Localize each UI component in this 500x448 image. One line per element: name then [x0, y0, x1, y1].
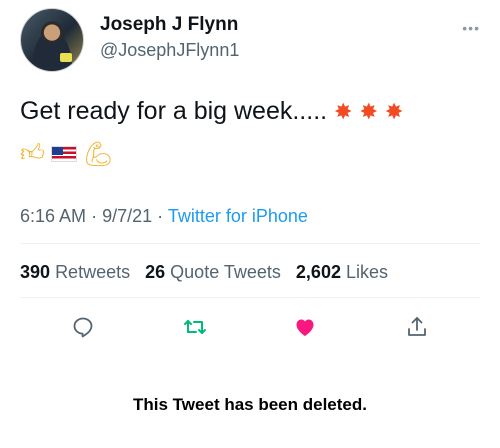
tweet-stats: 390 Retweets 26 Quote Tweets 2,602 Likes [20, 262, 388, 283]
retweet-icon [184, 320, 206, 334]
tweet-text: Get ready for a big week..... ✸ ✸ ✸ [20, 94, 480, 129]
likes-count: 2,602 [295, 262, 341, 282]
avatar-badge [60, 53, 72, 62]
divider [20, 243, 480, 244]
tweet-time[interactable]: 6:16 AM [20, 206, 86, 226]
collision-icon: ✸ [359, 99, 378, 124]
meta-separator: · [91, 206, 98, 226]
flexed-biceps-icon: 💪︎ [83, 140, 114, 168]
us-flag-icon [51, 146, 78, 162]
share-button[interactable] [402, 312, 432, 342]
tweet-meta: 6:16 AM · 9/7/21 · Twitter for iPhone [20, 206, 308, 227]
like-button[interactable] [290, 312, 320, 342]
divider [20, 297, 480, 298]
likes-label: Likes [345, 262, 389, 282]
reply-icon [73, 317, 93, 338]
likes-stat[interactable]: 2,602 Likes [296, 262, 388, 282]
author-handle[interactable]: @JosephJFlynn1 [100, 40, 239, 61]
emoji-line: 👍︎ 💪︎ [20, 139, 114, 169]
action-bar [20, 308, 480, 348]
retweets-stat[interactable]: 390 Retweets [20, 262, 130, 282]
thumbs-up-icon: 👍︎ [20, 140, 46, 167]
reply-button[interactable] [68, 312, 98, 342]
deleted-notice: This Tweet has been deleted. [133, 395, 367, 414]
tweet-text-body: Get ready for a big week..... [20, 97, 328, 125]
avatar[interactable] [20, 8, 84, 72]
meta-separator: · [157, 206, 164, 226]
quotes-stat[interactable]: 26 Quote Tweets [145, 262, 281, 282]
quotes-label: Quote Tweets [170, 262, 281, 282]
collision-icon: ✸ [384, 99, 404, 124]
retweets-count: 390 [20, 262, 51, 282]
tweet-header: Joseph J Flynn @JosephJFlynn1 ••• [18, 8, 488, 72]
tweet-source-link[interactable]: Twitter for iPhone [168, 206, 308, 226]
retweets-label: Retweets [55, 262, 131, 282]
quotes-count: 26 [145, 262, 166, 282]
collision-icon: ✸ [334, 99, 353, 124]
author-name[interactable]: Joseph J Flynn [100, 14, 238, 36]
tweet-date[interactable]: 9/7/21 [102, 206, 152, 226]
share-icon [408, 317, 426, 336]
retweet-button[interactable] [180, 312, 210, 342]
more-options-icon[interactable]: ••• [462, 20, 480, 36]
like-icon [296, 319, 314, 336]
